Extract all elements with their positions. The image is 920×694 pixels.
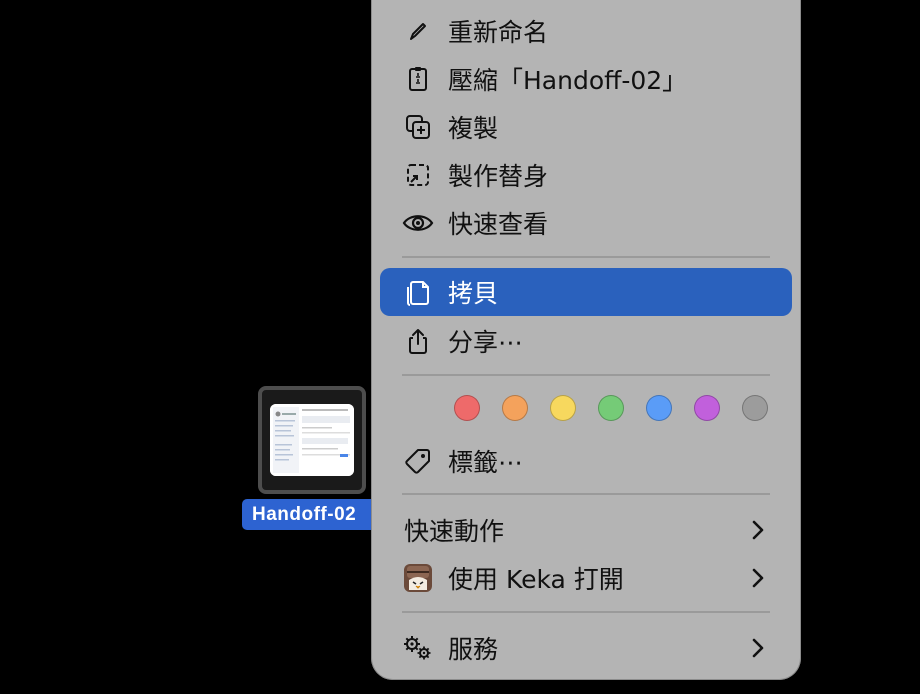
chevron-right-icon — [752, 638, 764, 658]
menu-item-label: 服務 — [448, 635, 499, 664]
gears-icon — [398, 628, 438, 668]
menu-item-label: 重新命名 — [448, 18, 549, 47]
menu-separator — [402, 256, 770, 258]
menu-item-quick-actions[interactable]: 快速動作 — [380, 506, 792, 554]
menu-item-label: 壓縮「Handoff-02」 — [448, 66, 688, 95]
menu-separator — [402, 493, 770, 495]
file-icon[interactable] — [258, 386, 366, 494]
menu-item-label: 製作替身 — [448, 162, 549, 191]
tag-yellow-dot[interactable] — [550, 395, 576, 421]
chevron-right-icon — [752, 568, 764, 588]
menu-item-quick-look[interactable]: 快速查看 — [380, 199, 792, 247]
tag-gray-dot[interactable] — [742, 395, 768, 421]
menu-item-label: 使用 Keka 打開 — [448, 565, 624, 594]
menu-item-label: 分享⋯ — [448, 328, 524, 357]
file-name-label[interactable]: Handoff-02 — [242, 499, 382, 530]
tag-green-dot[interactable] — [598, 395, 624, 421]
tag-purple-dot[interactable] — [694, 395, 720, 421]
menu-item-make-alias[interactable]: 製作替身 — [380, 151, 792, 199]
tag-blue-dot[interactable] — [646, 395, 672, 421]
alias-icon — [398, 155, 438, 195]
menu-item-rename[interactable]: 重新命名 — [380, 7, 792, 55]
keka-app-icon — [398, 558, 438, 598]
menu-item-open-with-keka[interactable]: 使用 Keka 打開 — [380, 554, 792, 602]
menu-item-tags[interactable]: 標籤⋯ — [380, 437, 792, 485]
menu-item-label: 標籤⋯ — [448, 448, 524, 477]
share-icon — [398, 321, 438, 361]
menu-item-label: 拷貝 — [448, 279, 499, 308]
duplicate-icon — [398, 107, 438, 147]
eye-icon — [398, 203, 438, 243]
menu-item-label: 快速動作 — [404, 517, 505, 546]
tag-red-dot[interactable] — [454, 395, 480, 421]
copy-document-icon — [398, 272, 438, 312]
desktop: Handoff-02 重新命名 壓縮「Handoff-02」 複製 製作替身 快… — [0, 0, 920, 694]
menu-separator — [402, 374, 770, 376]
pencil-icon — [398, 11, 438, 51]
menu-item-services[interactable]: 服務 — [380, 624, 792, 672]
tag-icon — [398, 441, 438, 481]
zip-archive-icon — [398, 59, 438, 99]
tag-color-row — [454, 395, 790, 425]
tag-orange-dot[interactable] — [502, 395, 528, 421]
menu-separator — [402, 611, 770, 613]
menu-item-share[interactable]: 分享⋯ — [380, 317, 792, 365]
menu-item-duplicate[interactable]: 複製 — [380, 103, 792, 151]
menu-item-label: 複製 — [448, 114, 499, 143]
chevron-right-icon — [752, 520, 764, 540]
menu-item-copy[interactable]: 拷貝 — [380, 268, 792, 316]
context-menu: 重新命名 壓縮「Handoff-02」 複製 製作替身 快速查看 拷貝 分享⋯ … — [371, 0, 801, 680]
menu-item-compress[interactable]: 壓縮「Handoff-02」 — [380, 55, 792, 103]
document-thumbnail-icon — [270, 404, 354, 476]
menu-item-label: 快速查看 — [448, 210, 549, 239]
